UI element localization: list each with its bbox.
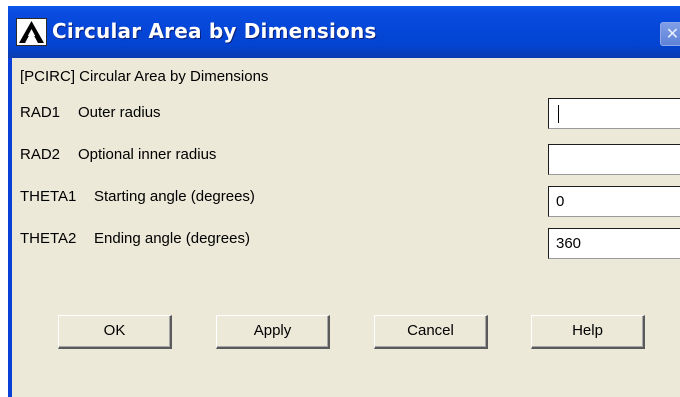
theta1-tag: THETA1 [20, 188, 77, 205]
theta2-tag: THETA2 [20, 230, 77, 247]
theta1-value: 0 [556, 193, 565, 210]
rad1-label: RAD1 Outer radius [20, 104, 161, 121]
theta2-input[interactable]: 360 [548, 228, 680, 259]
rad2-label: RAD2 Optional inner radius [20, 146, 216, 163]
close-icon[interactable]: ✕ [660, 22, 680, 46]
title-bar[interactable]: Circular Area by Dimensions ✕ [8, 6, 680, 58]
command-label: [PCIRC] Circular Area by Dimensions [20, 68, 269, 85]
ansys-logo-icon [16, 18, 47, 46]
theta1-input[interactable]: 0 [548, 186, 680, 217]
apply-button[interactable]: Apply [216, 315, 330, 349]
rad1-description: Outer radius [78, 104, 161, 121]
theta1-label: THETA1 Starting angle (degrees) [20, 188, 255, 205]
rad1-tag: RAD1 [20, 104, 61, 121]
rad1-input[interactable] [548, 98, 680, 129]
ok-button[interactable]: OK [58, 315, 172, 349]
cancel-button[interactable]: Cancel [374, 315, 488, 349]
theta2-value: 360 [556, 235, 582, 252]
text-caret [558, 105, 559, 123]
theta1-description: Starting angle (degrees) [94, 188, 255, 205]
help-button[interactable]: Help [531, 315, 645, 349]
window-title: Circular Area by Dimensions [52, 19, 377, 43]
rad2-input[interactable] [548, 144, 680, 175]
theta2-description: Ending angle (degrees) [94, 230, 250, 247]
rad2-description: Optional inner radius [78, 146, 217, 163]
rad2-tag: RAD2 [20, 146, 61, 163]
theta2-label: THETA2 Ending angle (degrees) [20, 230, 250, 247]
dialog-window: Circular Area by Dimensions ✕ [PCIRC] Ci… [8, 6, 680, 397]
